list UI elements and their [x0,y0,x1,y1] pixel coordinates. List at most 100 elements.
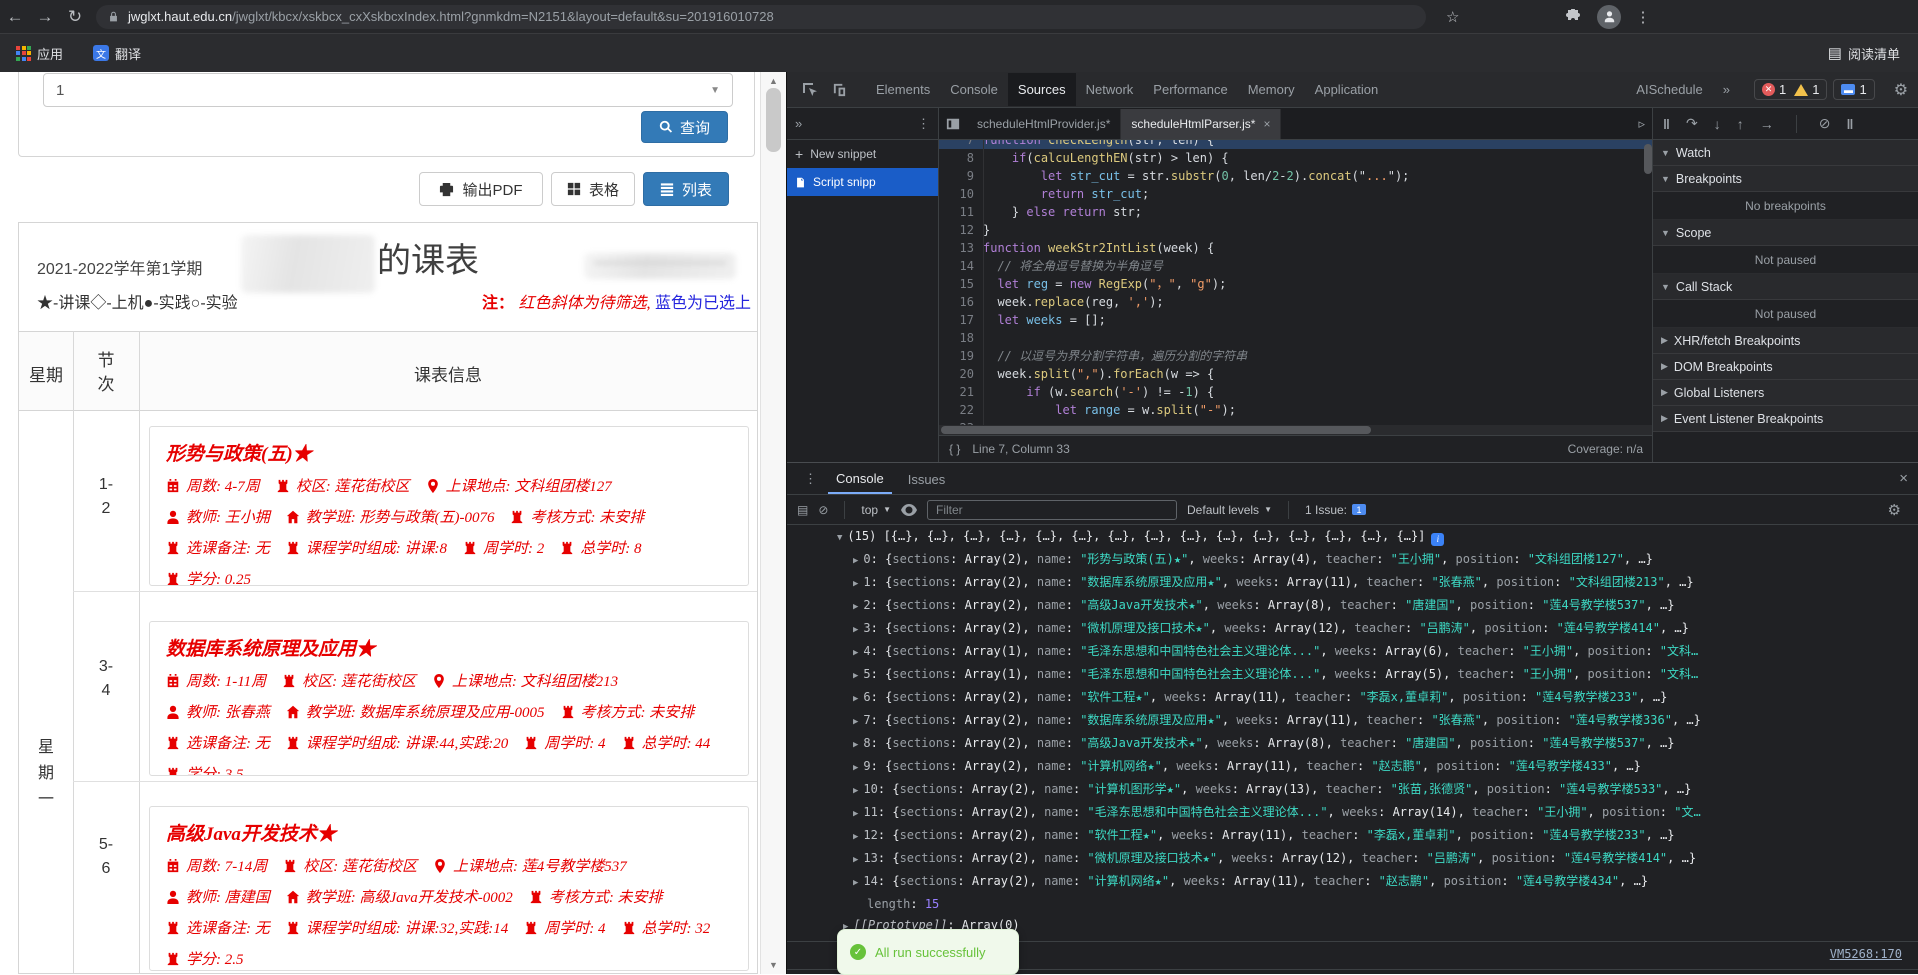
tab-issues[interactable]: Issues [900,464,954,493]
settings-gear-icon[interactable]: ⚙ [1894,80,1908,100]
reload-icon[interactable]: ↻ [60,7,90,27]
line-number[interactable]: 22 [939,401,983,419]
navigator-menu-icon[interactable]: ⋮ [917,116,930,132]
disclosure-icon[interactable]: ▶ [853,671,858,681]
step-into-icon[interactable]: ↓ [1714,116,1721,132]
console-object-row[interactable]: ▶14: {sections: Array(2), name: "计算机网络★"… [787,871,1918,894]
section-call-stack[interactable]: ▼Call Stack [1653,274,1918,300]
disclosure-icon[interactable]: ▶ [853,625,858,635]
tab-console[interactable]: Console [828,463,892,494]
export-pdf-button[interactable]: 输出PDF [419,172,543,206]
line-number[interactable]: 16 [939,293,983,311]
issues-badge[interactable]: ▬ 1 [1833,79,1874,100]
drawer-menu-icon[interactable]: ⋮ [804,471,817,487]
console-object-row[interactable]: ▶5: {sections: Array(1), name: "毛泽东思想和中国… [787,664,1918,687]
section-breakpoints[interactable]: ▼Breakpoints [1653,166,1918,192]
disclosure-icon[interactable]: ▶ [853,579,858,589]
address-bar[interactable]: jwglxt.haut.edu.cn/jwglxt/kbcx/xskbcx_cx… [96,5,1426,29]
tab-console[interactable]: Console [940,73,1008,106]
more-tabs-button[interactable]: » [1713,73,1740,106]
line-number[interactable]: 10 [939,185,983,203]
line-number[interactable]: 21 [939,383,983,401]
new-snippet-button[interactable]: + New snippet [787,140,938,168]
console-object-row[interactable]: ▶12: {sections: Array(2), name: "软件工程★",… [787,825,1918,848]
console-object-row[interactable]: ▶8: {sections: Array(2), name: "高级Java开发… [787,733,1918,756]
console-object-row[interactable]: ▶6: {sections: Array(2), name: "软件工程★", … [787,687,1918,710]
tab-aischedule[interactable]: AISchedule [1626,73,1713,106]
file-tab[interactable]: scheduleHtmlProvider.js* [967,109,1121,139]
deactivate-breakpoints-icon[interactable]: ⊘ [1819,115,1831,132]
console-object-row[interactable]: ▶1: {sections: Array(2), name: "数据库系统原理及… [787,572,1918,595]
scroll-down-icon[interactable]: ▼ [761,960,786,970]
console-object-row[interactable]: ▶4: {sections: Array(1), name: "毛泽东思想和中国… [787,641,1918,664]
bookmark-star-icon[interactable]: ☆ [1446,8,1459,26]
clear-console-icon[interactable]: ⊘ [818,503,828,517]
console-filter-input[interactable] [927,500,1177,520]
line-number[interactable]: 7 [939,140,983,149]
error-warning-badge[interactable]: ✕ 1 1 [1754,79,1827,100]
step-out-icon[interactable]: ↑ [1737,116,1744,132]
tab-sources[interactable]: Sources [1008,73,1076,106]
section-watch[interactable]: ▼Watch [1653,140,1918,166]
bookmark-apps[interactable]: 应用 [16,44,63,63]
line-number[interactable]: 20 [939,365,983,383]
disclosure-icon[interactable]: ▶ [853,786,858,796]
section-global-listeners[interactable]: ▶Global Listeners [1653,380,1918,406]
navigator-more-tabs[interactable]: » [795,116,802,131]
editor-options-icon[interactable]: ▹ [1638,116,1645,132]
disclosure-icon[interactable]: ▶ [853,717,858,727]
line-number[interactable]: 11 [939,203,983,221]
browser-menu-icon[interactable]: ⋮ [1635,8,1650,26]
tab-network[interactable]: Network [1076,73,1144,106]
section-scope[interactable]: ▼Scope [1653,220,1918,246]
disclosure-icon[interactable]: ▶ [853,809,858,819]
disclosure-icon[interactable]: ▶ [853,648,858,658]
profile-avatar[interactable] [1597,5,1621,29]
section-dom-breakpoints[interactable]: ▶DOM Breakpoints [1653,354,1918,380]
file-tab[interactable]: scheduleHtmlParser.js*× [1121,109,1281,139]
console-object-row[interactable]: ▶7: {sections: Array(2), name: "数据库系统原理及… [787,710,1918,733]
back-icon[interactable]: ← [0,7,30,27]
table-view-button[interactable]: 表格 [551,172,635,206]
extensions-icon[interactable] [1565,9,1581,25]
line-number[interactable]: 13 [939,239,983,257]
toggle-navigator-icon[interactable] [946,117,960,131]
disclosure-icon[interactable]: ▶ [853,878,858,888]
tab-memory[interactable]: Memory [1238,73,1305,106]
console-object-row[interactable]: ▶3: {sections: Array(2), name: "微机原理及接口技… [787,618,1918,641]
braces-icon[interactable]: { } [949,442,960,456]
tab-application[interactable]: Application [1305,73,1389,106]
console-object-row[interactable]: ▶10: {sections: Array(2), name: "计算机图形学★… [787,779,1918,802]
pause-script-icon[interactable]: ‖ [1663,116,1670,132]
page-scrollbar[interactable]: ▲ ▼ [760,72,786,974]
eye-icon[interactable] [901,504,917,516]
course-card[interactable]: 数据库系统原理及应用★周数: 1-11周校区: 莲花街校区上课地点: 文科组团楼… [149,621,749,776]
line-number[interactable]: 9 [939,167,983,185]
line-number[interactable]: 14 [939,257,983,275]
step-over-icon[interactable]: ↷ [1686,115,1698,132]
issues-counter[interactable]: 1 Issue: 1 [1305,503,1366,517]
tab-performance[interactable]: Performance [1143,73,1237,106]
disclosure-icon[interactable]: ▶ [853,855,858,865]
course-card[interactable]: 形势与政策(五)★周数: 4-7周校区: 莲花街校区上课地点: 文科组团楼127… [149,426,749,586]
context-selector[interactable]: top ▼ [861,503,891,517]
scroll-up-icon[interactable]: ▲ [761,76,786,86]
tab-elements[interactable]: Elements [866,73,940,106]
query-button[interactable]: 查询 [641,111,728,143]
disclosure-icon[interactable]: ▶ [853,763,858,773]
snippet-item-selected[interactable]: Script snipp [787,168,938,196]
disclosure-icon[interactable]: ▶ [853,832,858,842]
console-settings-icon[interactable]: ⚙ [1888,501,1901,519]
console-sidebar-icon[interactable]: ▤ [797,503,808,517]
inspect-element-icon[interactable] [802,82,818,98]
console-object-row[interactable]: ▶11: {sections: Array(2), name: "毛泽东思想和中… [787,802,1918,825]
week-select[interactable]: 1 ▼ [43,73,733,107]
editor-hscrollbar[interactable] [939,425,1653,435]
line-number[interactable]: 15 [939,275,983,293]
pause-on-exceptions-icon[interactable]: ‖ [1846,116,1853,132]
forward-icon[interactable]: → [30,7,60,27]
line-number[interactable]: 18 [939,329,983,347]
bookmark-translate[interactable]: 文 翻译 [93,44,141,63]
tab-close-icon[interactable]: × [1263,117,1270,131]
line-number[interactable]: 19 [939,347,983,365]
